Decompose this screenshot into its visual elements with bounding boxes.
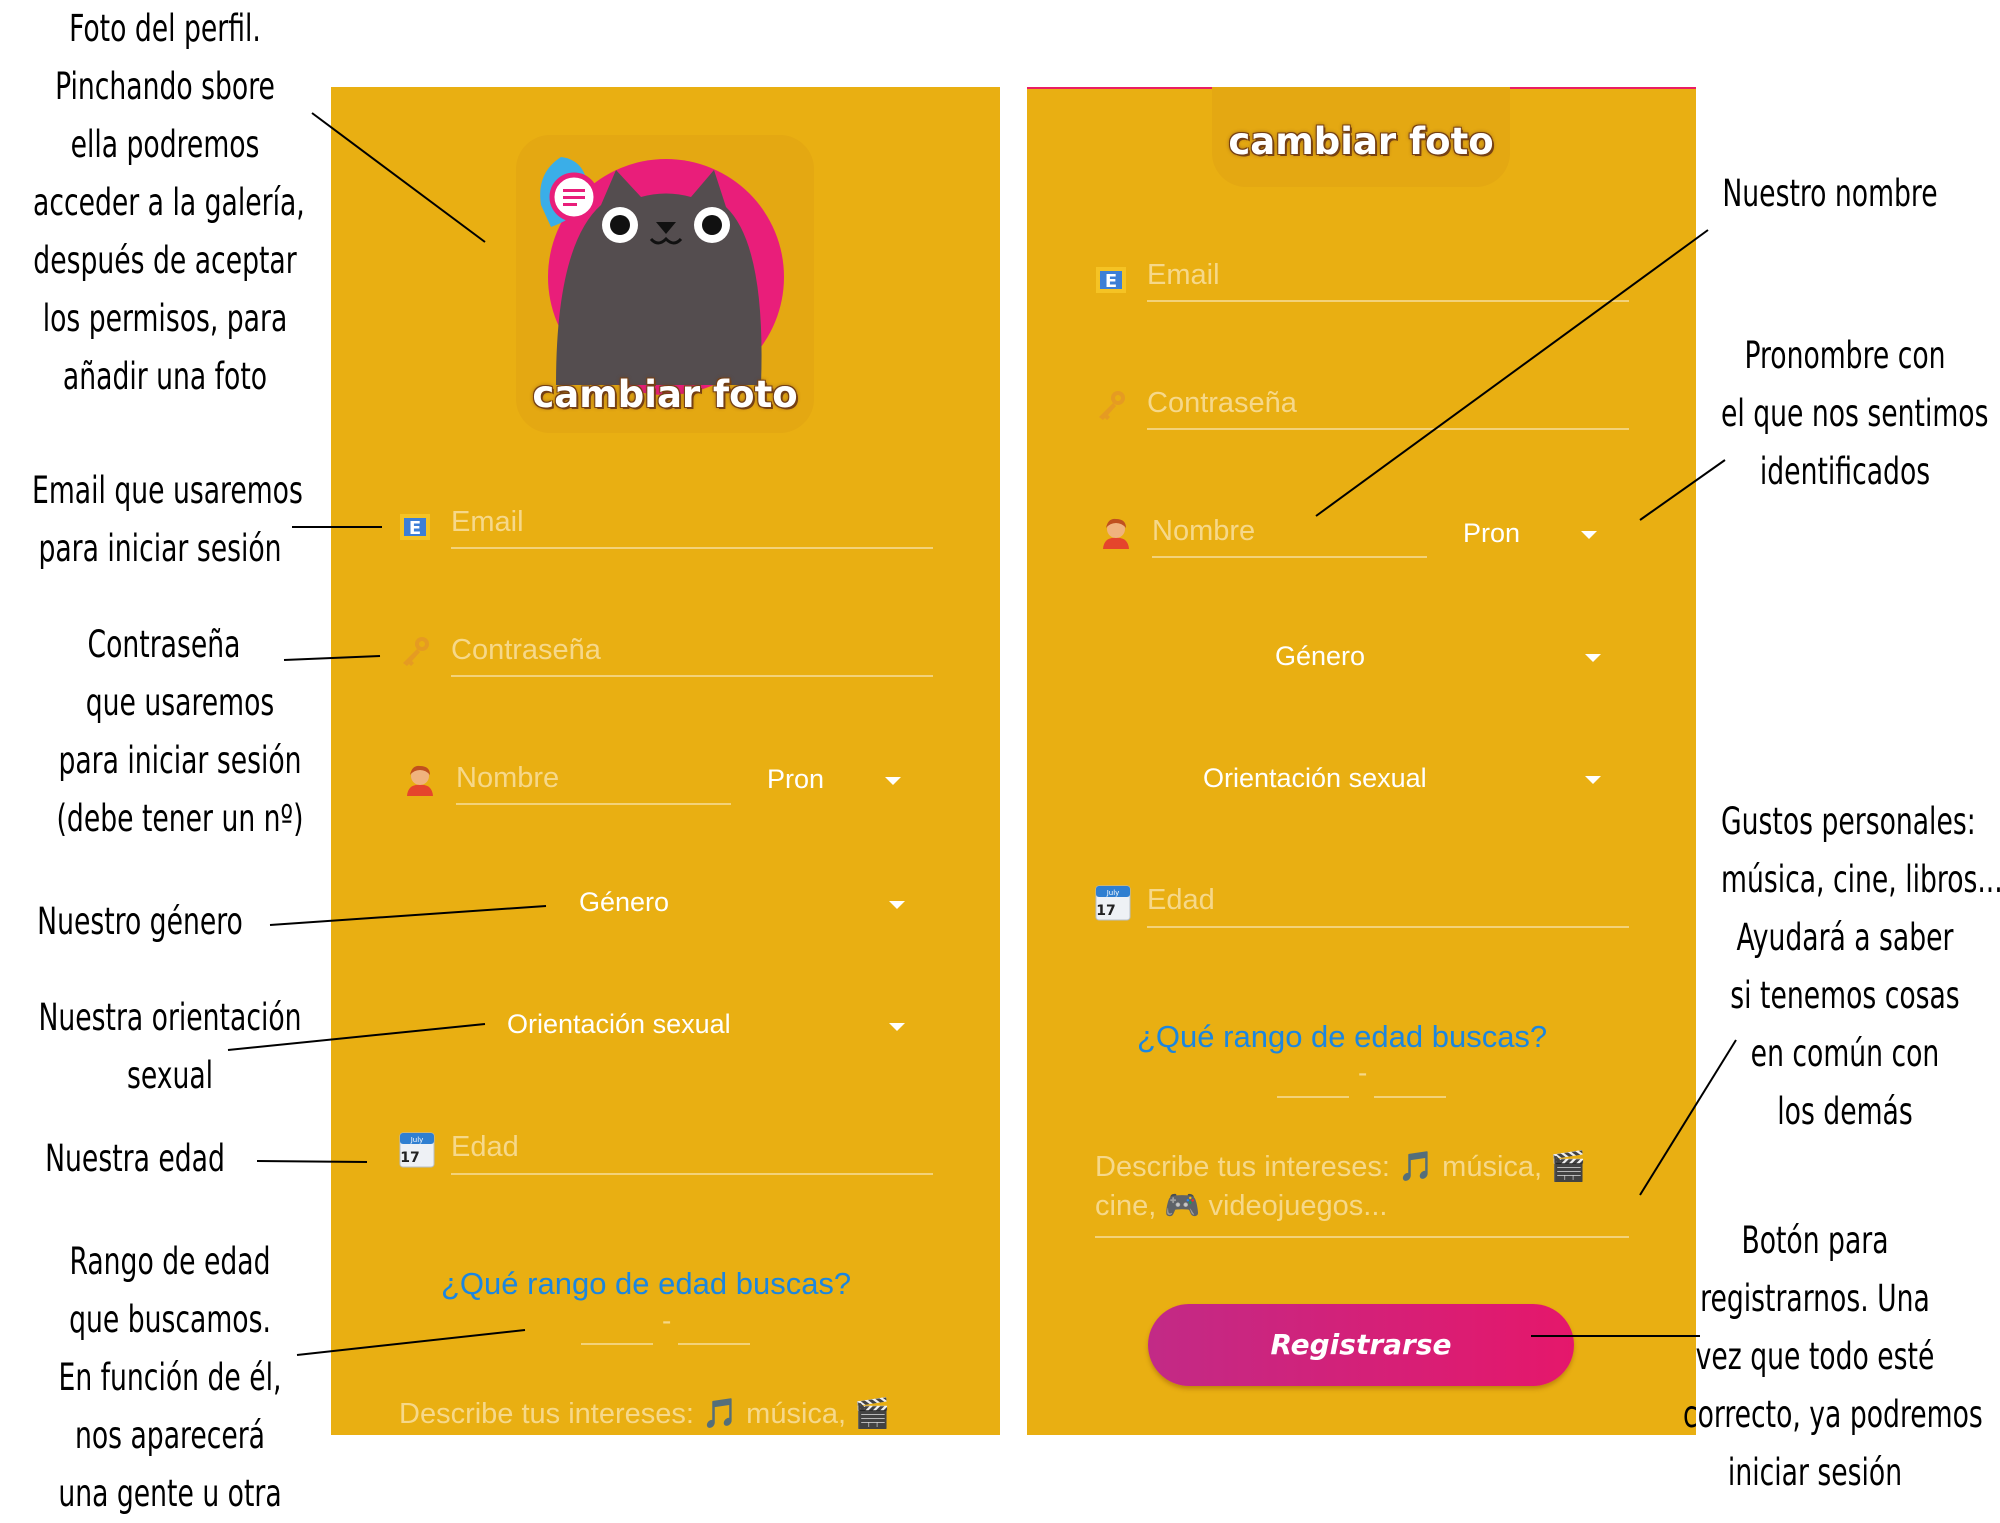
annotation-line: sexual: [126, 1054, 214, 1097]
annotation-age-range: Rango de edad que buscamos. En función d…: [34, 1233, 306, 1523]
annotation-line: registrarnos. Una: [1700, 1277, 1930, 1320]
annotation-line: Pinchando sbore: [55, 65, 275, 108]
annotation-line: para iniciar sesión: [58, 739, 302, 782]
annotation-line: después de aceptar: [33, 239, 297, 282]
annotation-line: Foto del perfil.: [69, 7, 261, 50]
annotation-line: Nuestro nombre: [1722, 172, 1938, 215]
annotation-orientation: Nuestra orientación sexual: [34, 989, 306, 1105]
annotation-line: correcto, ya podremos: [1683, 1393, 1983, 1436]
annotation-line: Botón para: [1741, 1219, 1889, 1262]
annotation-line: nos aparecerá: [74, 1414, 266, 1457]
annotation-register: Botón para registrarnos. Una vez que tod…: [1683, 1212, 1983, 1502]
annotation-line: Contraseña: [87, 623, 241, 666]
annotation-line: vez que todo esté: [1695, 1335, 1935, 1378]
annotation-line: Nuestro género: [37, 900, 243, 943]
annotation-line: acceder a la galería,: [33, 181, 305, 224]
annotation-line: Rango de edad: [69, 1240, 271, 1283]
annotation-line: los demás: [1777, 1090, 1913, 1133]
annotation-line: los permisos, para: [42, 297, 288, 340]
annotation-age: Nuestra edad: [27, 1130, 243, 1188]
annotation-line: Email que usaremos: [32, 469, 303, 512]
annotation-line: ella podremos: [70, 123, 260, 166]
annotation-line: añadir una foto: [62, 355, 268, 398]
annotation-line: Nuestra edad: [45, 1137, 225, 1180]
annotation-line: iniciar sesión: [1727, 1451, 1903, 1494]
annotation-email: Email que usaremos para iniciar sesión: [32, 462, 303, 578]
annotation-line: para iniciar sesión: [38, 527, 282, 570]
annotation-line: música, cine, libros...: [1721, 858, 2000, 901]
annotation-line: Ayudará a saber: [1736, 916, 1954, 959]
annotation-line: identificados: [1759, 450, 1931, 493]
annotation-line: Nuestra orientación: [38, 996, 302, 1039]
annotation-password: Contraseña que usaremos para iniciar ses…: [52, 616, 308, 848]
annotation-line: En función de él,: [58, 1356, 282, 1399]
annotation-line: Gustos personales:: [1721, 800, 1976, 843]
annotation-line: (debe tener un nº): [56, 797, 304, 840]
annotation-line: el que nos sentimos: [1721, 392, 1989, 435]
annotation-gender: Nuestro género: [28, 893, 252, 951]
annotation-photo: Foto del perfil. Pinchando sbore ella po…: [33, 0, 305, 406]
annotation-name: Nuestro nombre: [1710, 165, 1950, 223]
annotation-interests: Gustos personales: música, cine, libros.…: [1721, 793, 2000, 1141]
annotation-pronoun: Pronombre con el que nos sentimos identi…: [1721, 327, 1989, 501]
annotation-line: en común con: [1750, 1032, 1940, 1075]
annotation-line: Pronombre con: [1744, 334, 1946, 377]
annotation-line: si tenemos cosas: [1730, 974, 1960, 1017]
annotation-line: una gente u otra: [58, 1472, 282, 1515]
annotation-line: que buscamos.: [69, 1298, 271, 1341]
annotation-line: que usaremos: [85, 681, 275, 724]
